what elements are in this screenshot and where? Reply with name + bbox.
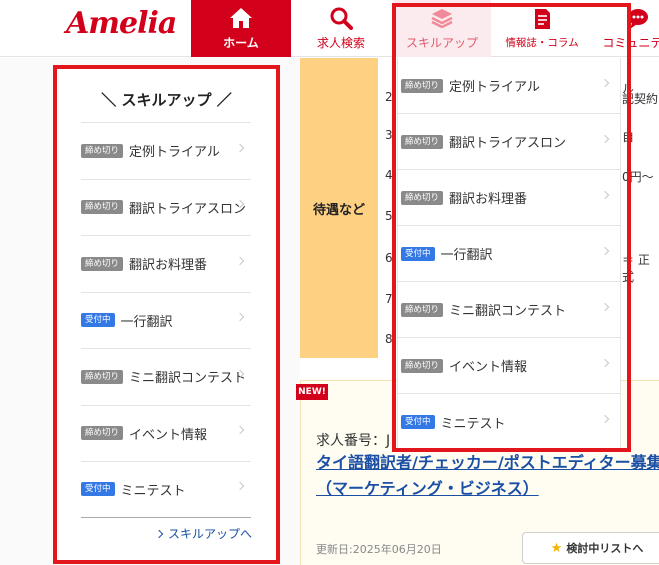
sidebar-item-mini-contest[interactable]: 締め切り ミニ翻訳コンテスト xyxy=(81,348,251,405)
status-badge: 受付中 xyxy=(81,482,115,497)
star-icon: ★ xyxy=(550,540,563,556)
skill-up-sidebar: ＼ スキルアップ ／ 締め切り 定例トライアル 締め切り 翻訳トライアスロン 締… xyxy=(53,65,280,564)
nav-job-search-label: 求人検索 xyxy=(316,36,365,50)
status-badge: 締め切り xyxy=(81,143,124,158)
sidebar-item-translation-triathlon[interactable]: 締め切り 翻訳トライアスロン xyxy=(81,178,251,236)
chevron-right-icon xyxy=(154,529,164,538)
status-badge: 締め切り xyxy=(81,200,124,215)
sidebar-item-label: 翻訳トライアスロン xyxy=(129,201,247,217)
sidebar-item-label: ミニテスト xyxy=(120,483,186,499)
job-updated-date: 更新日:2025年06月20日 xyxy=(316,543,442,556)
chevron-right-icon xyxy=(235,482,245,491)
skill-up-more-label: スキルアップへ xyxy=(167,527,252,541)
chevron-right-icon xyxy=(235,313,245,322)
table-row-label: 待遇など xyxy=(300,58,378,358)
sidebar-item-one-line-translation[interactable]: 受付中 一行翻訳 xyxy=(81,291,251,349)
sidebar-item-label: イベント情報 xyxy=(129,427,208,443)
chevron-right-icon xyxy=(235,143,245,152)
status-badge: 受付中 xyxy=(81,313,115,328)
skill-up-more-link[interactable]: スキルアップへ xyxy=(154,525,252,542)
job-id: 求人番号：J xyxy=(316,433,391,449)
add-to-wishlist-button[interactable]: ★ 検討中リストへ xyxy=(522,532,659,564)
sidebar-item-mini-test[interactable]: 受付中 ミニテスト xyxy=(81,461,251,518)
sidebar-item-label: 一行翻訳 xyxy=(120,314,173,330)
dropdown-highlight-frame xyxy=(392,3,631,452)
sidebar-item-regular-trial[interactable]: 締め切り 定例トライアル xyxy=(81,122,251,179)
sidebar-item-label: ミニ翻訳コンテスト xyxy=(129,371,247,387)
search-icon xyxy=(330,7,353,30)
job-title-link[interactable]: タイ語翻訳者/チェッカー/ポストエディター募集（マーケティング・ビジネス） xyxy=(316,450,659,502)
page: Amelia ホーム 求人検索 スキルアップ 情報誌・コラム コミュニテ 待遇な… xyxy=(0,0,659,565)
sidebar-title: ＼ スキルアップ ／ xyxy=(101,91,232,109)
status-badge: 締め切り xyxy=(81,256,124,271)
sidebar-item-event-info[interactable]: 締め切り イベント情報 xyxy=(81,404,251,462)
site-logo[interactable]: Amelia xyxy=(66,6,177,41)
chevron-right-icon xyxy=(235,256,245,265)
status-badge: 締め切り xyxy=(81,426,124,441)
home-icon xyxy=(230,8,252,28)
nav-home-label: ホーム xyxy=(223,36,259,50)
sidebar-item-translation-cooking[interactable]: 締め切り 翻訳お料理番 xyxy=(81,235,251,292)
sidebar-list: 締め切り 定例トライアル 締め切り 翻訳トライアスロン 締め切り 翻訳お料理番 … xyxy=(81,122,251,518)
nav-job-search[interactable]: 求人検索 xyxy=(301,0,381,57)
sidebar-item-label: 定例トライアル xyxy=(129,145,220,161)
nav-home[interactable]: ホーム xyxy=(191,0,291,57)
new-badge: NEW! xyxy=(296,384,328,400)
chevron-right-icon xyxy=(235,426,245,435)
status-badge: 締め切り xyxy=(81,369,124,384)
sidebar-item-label: 翻訳お料理番 xyxy=(129,258,208,274)
benefits-label: 待遇など xyxy=(312,202,365,218)
wishlist-button-label: 検討中リストへ xyxy=(566,542,644,555)
